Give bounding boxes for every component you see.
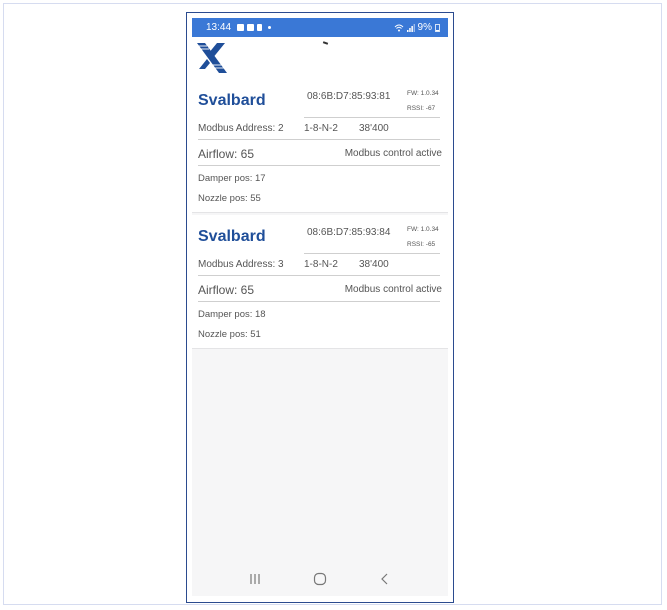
device-mac: 08:6B:D7:85:93:84 bbox=[307, 227, 391, 238]
recent-apps-button[interactable] bbox=[240, 567, 270, 591]
signal-icon bbox=[406, 23, 415, 32]
airflow-value: Airflow: 65 bbox=[198, 283, 255, 297]
device-name: Svalbard bbox=[198, 92, 266, 109]
image-icon bbox=[237, 24, 245, 31]
modbus-status: Modbus control active bbox=[344, 148, 442, 159]
battery-percent: 9% bbox=[417, 22, 432, 33]
status-left: 13:44 bbox=[206, 22, 272, 33]
serial-format: 1-8-N-2 bbox=[304, 259, 338, 270]
baud-rate: 38'400 bbox=[359, 123, 389, 134]
device-rssi: RSSI: -67 bbox=[407, 105, 436, 112]
modbus-address: Modbus Address: 3 bbox=[198, 259, 284, 270]
nozzle-position: Nozzle pos: 55 bbox=[198, 193, 261, 204]
recent-apps-icon bbox=[250, 573, 260, 584]
airflow-value: Airflow: 65 bbox=[198, 147, 255, 161]
device-firmware: FW: 1.0.34 bbox=[407, 226, 439, 233]
device-name: Svalbard bbox=[198, 228, 266, 245]
status-time: 13:44 bbox=[206, 22, 232, 33]
divider bbox=[304, 117, 440, 118]
damper-position: Damper pos: 18 bbox=[198, 309, 266, 320]
divider bbox=[198, 139, 440, 140]
baud-rate: 38'400 bbox=[359, 259, 389, 270]
home-button[interactable] bbox=[305, 567, 335, 591]
device-list[interactable]: Svalbard 08:6B:D7:85:93:81 FW: 1.0.34 RS… bbox=[192, 79, 448, 561]
divider bbox=[304, 253, 440, 254]
device-mac: 08:6B:D7:85:93:81 bbox=[307, 91, 391, 102]
device-card[interactable]: Svalbard 08:6B:D7:85:93:84 FW: 1.0.34 RS… bbox=[192, 215, 448, 349]
status-bar: 13:44 9% bbox=[192, 18, 448, 37]
decorative-mark bbox=[322, 41, 329, 45]
modbus-status: Modbus control active bbox=[344, 284, 442, 295]
divider bbox=[198, 165, 440, 166]
serial-format: 1-8-N-2 bbox=[304, 123, 338, 134]
device-card[interactable]: Svalbard 08:6B:D7:85:93:81 FW: 1.0.34 RS… bbox=[192, 79, 448, 213]
divider bbox=[198, 301, 440, 302]
dot-icon bbox=[268, 26, 272, 29]
divider bbox=[198, 275, 440, 276]
device-firmware: FW: 1.0.34 bbox=[407, 90, 439, 97]
damper-position: Damper pos: 17 bbox=[198, 173, 266, 184]
modbus-address: Modbus Address: 2 bbox=[198, 123, 284, 134]
nozzle-position: Nozzle pos: 51 bbox=[198, 329, 261, 340]
system-nav-bar bbox=[192, 561, 448, 596]
battery-icon bbox=[435, 23, 440, 32]
check-icon bbox=[247, 24, 255, 31]
phone-icon bbox=[257, 24, 263, 31]
device-rssi: RSSI: -65 bbox=[407, 241, 436, 248]
phone-screen: 13:44 9% Svalbard 08:6B:D7:85:93:81 FW: … bbox=[186, 12, 454, 603]
wifi-icon bbox=[394, 24, 403, 31]
back-icon bbox=[381, 573, 388, 584]
back-button[interactable] bbox=[370, 567, 400, 591]
status-right: 9% bbox=[394, 22, 440, 33]
x-logo-icon bbox=[197, 43, 227, 73]
home-icon bbox=[313, 572, 327, 585]
app-bar bbox=[192, 37, 448, 79]
